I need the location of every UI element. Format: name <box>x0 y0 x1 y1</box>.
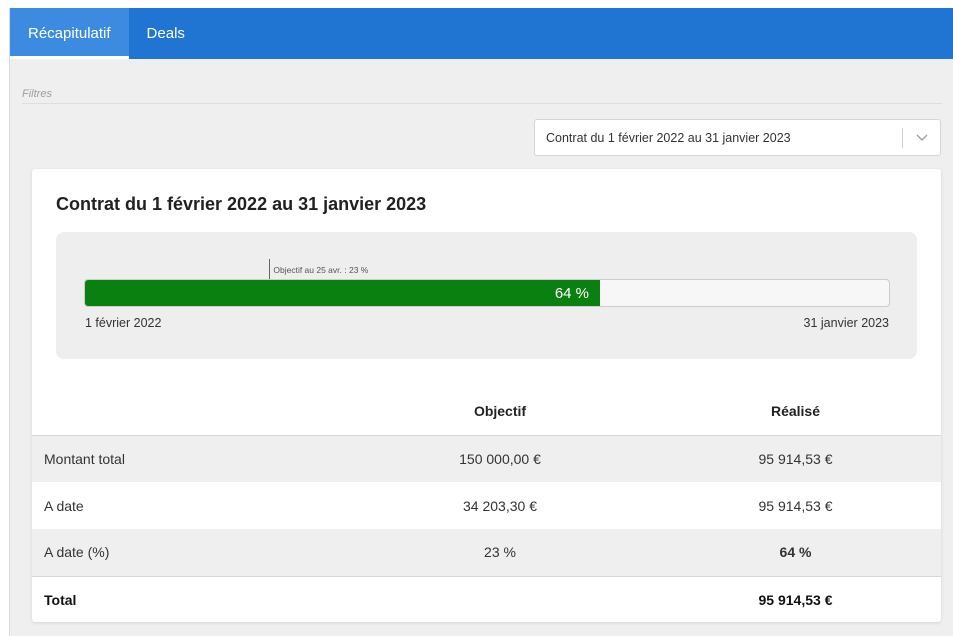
row-label: A date (%) <box>32 529 350 576</box>
contract-select[interactable]: Contrat du 1 février 2022 au 31 janvier … <box>534 119 941 156</box>
header-objectif: Objectif <box>350 387 650 436</box>
chevron-down-icon[interactable] <box>912 128 932 148</box>
table-row: A date 34 203,30 € 95 914,53 € <box>32 482 941 529</box>
table-header-row: Objectif Réalisé <box>32 387 941 436</box>
app-frame: Récapitulatif Deals Filtres Contrat du 1… <box>9 8 953 636</box>
tab-bar: Récapitulatif Deals <box>10 8 953 59</box>
row-realise: 95 914,53 € <box>650 435 941 482</box>
target-label: Objectif au 25 avr. : 23 % <box>273 265 369 275</box>
filters-label: Filtres <box>22 88 52 100</box>
end-date: 31 janvier 2023 <box>803 316 889 330</box>
row-objectif: 34 203,30 € <box>463 497 537 514</box>
row-objectif <box>350 575 650 622</box>
summary-table: Objectif Réalisé Montant total 150 000,0… <box>32 387 941 622</box>
table-row: Montant total 150 000,00 € 95 914,53 € <box>32 435 941 482</box>
row-realise-percent: 64 % <box>650 529 941 576</box>
total-row: Total 95 914,53 € <box>32 575 941 622</box>
row-realise: 95 914,53 € <box>650 575 941 622</box>
tab-recapitulatif[interactable]: Récapitulatif <box>10 8 129 59</box>
start-date: 1 février 2022 <box>85 316 162 330</box>
row-label: A date <box>44 497 84 514</box>
progress-panel: Objectif au 25 avr. : 23 % 64 % 1 févrie… <box>56 232 917 359</box>
row-realise: 95 914,53 € <box>758 497 833 514</box>
tab-deals[interactable]: Deals <box>129 8 203 59</box>
filters-divider <box>22 103 942 104</box>
table-row: A date (%) 23 % 64 % <box>32 529 941 576</box>
header-realise: Réalisé <box>650 387 941 436</box>
header-label <box>32 387 350 436</box>
row-objectif: 23 % <box>350 529 650 576</box>
row-label: Montant total <box>32 435 350 482</box>
row-objectif: 150 000,00 € <box>350 435 650 482</box>
progress-value: 64 % <box>554 284 590 302</box>
progress-bar: 64 % <box>84 279 890 307</box>
contract-select-value: Contrat du 1 février 2022 au 31 janvier … <box>546 130 791 145</box>
select-separator <box>902 128 903 148</box>
progress-bar-fill <box>85 280 600 306</box>
row-label: Total <box>32 575 350 622</box>
card-title: Contrat du 1 février 2022 au 31 janvier … <box>56 194 427 214</box>
contract-summary-card: Contrat du 1 février 2022 au 31 janvier … <box>32 169 941 622</box>
